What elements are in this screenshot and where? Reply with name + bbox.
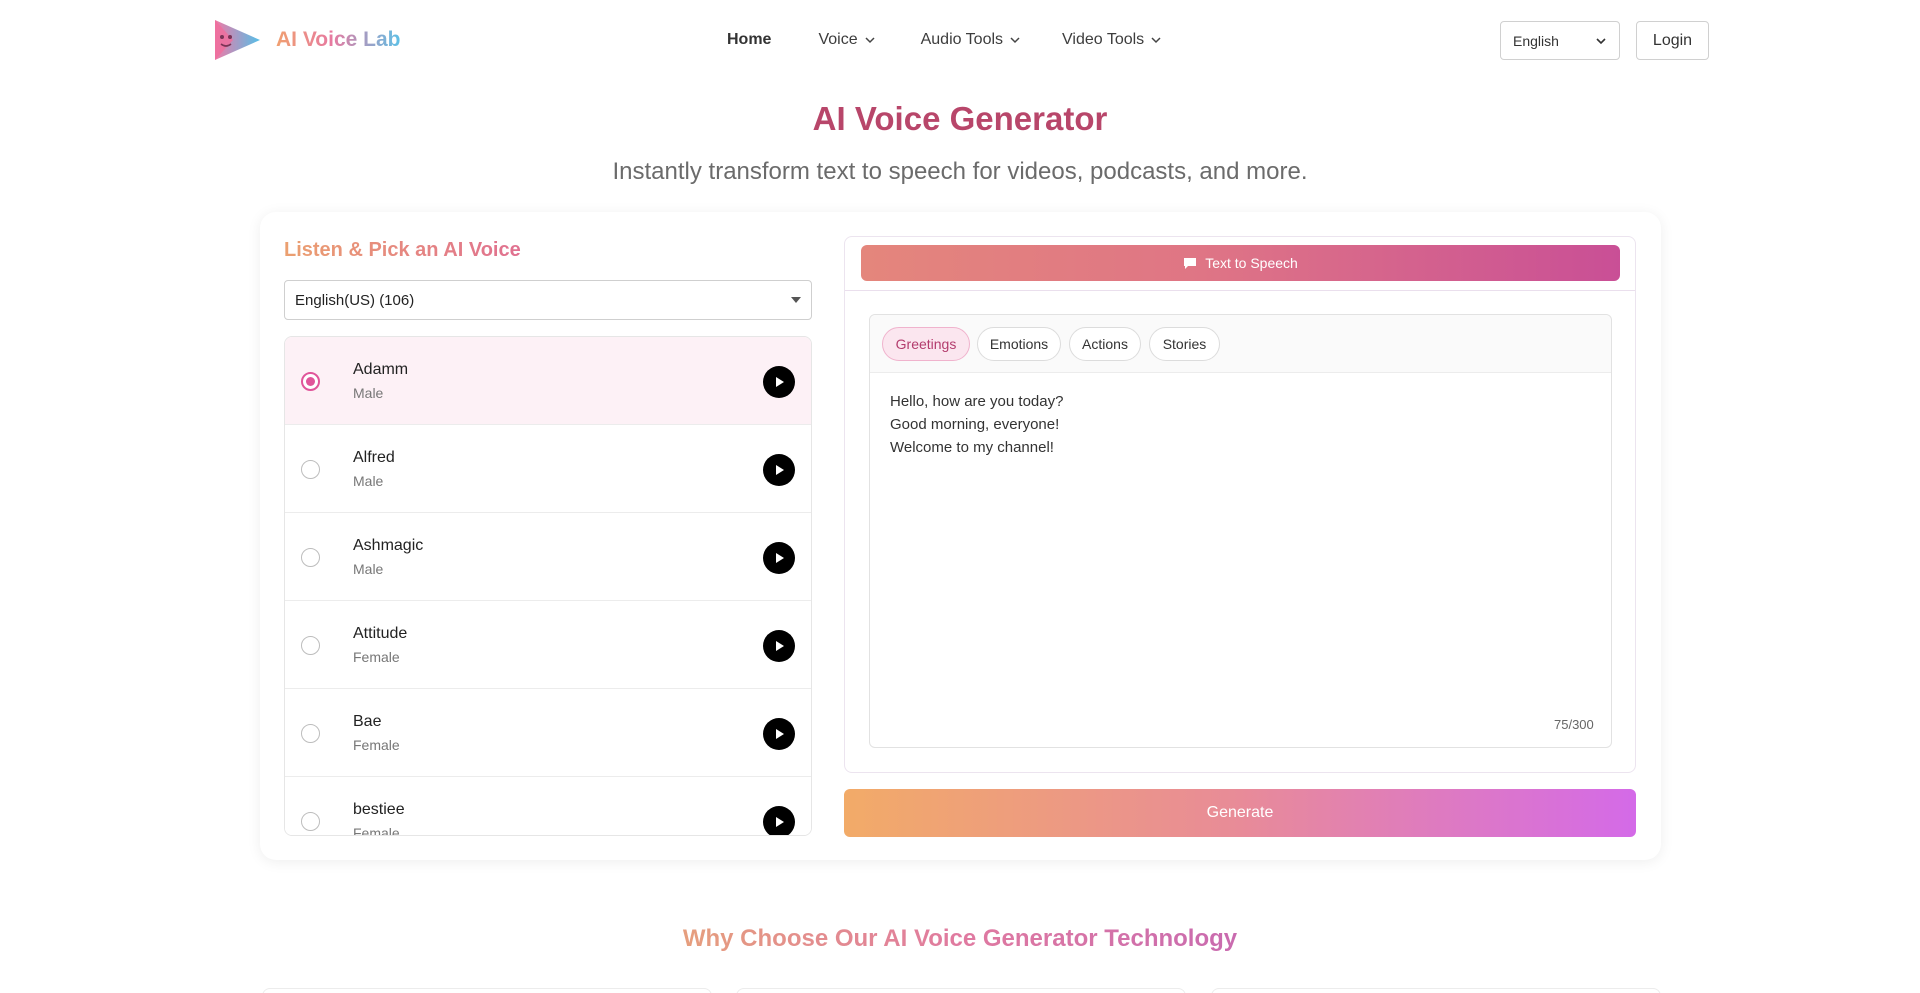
- voice-picker-title: Listen & Pick an AI Voice: [284, 239, 521, 261]
- page-title: AI Voice Generator: [812, 100, 1108, 137]
- voice-gender: Female: [353, 825, 400, 836]
- chevron-down-icon: [1596, 37, 1606, 44]
- voice-row-ashmagic[interactable]: Ashmagic Male: [285, 513, 811, 601]
- caret-down-icon: [791, 297, 801, 303]
- chat-bubble-icon: [1184, 257, 1197, 269]
- voice-radio[interactable]: [301, 724, 320, 743]
- top-header: AI Voice Lab Home Voice Audio Tools Vide…: [0, 0, 1920, 80]
- voice-gender: Male: [353, 561, 384, 577]
- logo-text: AI Voice Lab: [276, 28, 401, 51]
- divider: [845, 290, 1635, 291]
- play-button[interactable]: [763, 718, 795, 750]
- nav-audio-tools-label: Audio Tools: [920, 31, 1004, 48]
- play-button[interactable]: [763, 630, 795, 662]
- chip-greetings[interactable]: Greetings: [882, 327, 970, 361]
- voice-row-attitude[interactable]: Attitude Female: [285, 601, 811, 689]
- voice-gender: Female: [353, 737, 400, 753]
- play-icon: [776, 553, 784, 563]
- nav-home-label: Home: [727, 31, 772, 48]
- play-button[interactable]: [763, 454, 795, 486]
- language-select-value: English: [1513, 32, 1559, 49]
- play-icon: [776, 641, 784, 651]
- voice-list[interactable]: Adamm Male Alfred Male Ashmagic Male Att…: [284, 336, 812, 836]
- nav-home[interactable]: Home: [727, 31, 771, 49]
- play-button[interactable]: [763, 542, 795, 574]
- play-icon: [776, 377, 784, 387]
- chip-emotions[interactable]: Emotions: [977, 327, 1061, 361]
- voice-row-bestiee[interactable]: bestiee Female: [285, 777, 811, 836]
- why-choose-title: Why Choose Our AI Voice Generator Techno…: [0, 925, 1920, 953]
- play-icon: [776, 729, 784, 739]
- nav-voice[interactable]: Voice: [818, 31, 875, 49]
- voice-radio[interactable]: [301, 636, 320, 655]
- voice-radio[interactable]: [301, 548, 320, 567]
- feature-card: [736, 988, 1186, 993]
- voice-name: Attitude: [353, 625, 408, 642]
- feature-card: [1211, 988, 1661, 993]
- language-select[interactable]: English: [1500, 21, 1620, 60]
- voice-language-select[interactable]: English(US) (106): [284, 280, 812, 320]
- text-editor[interactable]: [869, 314, 1612, 748]
- voice-row-alfred[interactable]: Alfred Male: [285, 425, 811, 513]
- chip-stories[interactable]: Stories: [1149, 327, 1220, 361]
- voice-gender: Female: [353, 649, 400, 665]
- voice-name: bestiee: [353, 801, 405, 818]
- char-counter: 75/300: [1554, 717, 1594, 732]
- editor-line: Hello, how are you today?: [890, 393, 1064, 410]
- editor-text-content[interactable]: Hello, how are you today? Good morning, …: [890, 390, 1063, 459]
- nav-audio-tools[interactable]: Audio Tools: [921, 31, 1021, 49]
- voice-name: Bae: [353, 713, 382, 730]
- feature-card: [262, 988, 712, 993]
- voice-name: Ashmagic: [353, 537, 424, 554]
- chevron-down-icon: [865, 37, 875, 44]
- editor-line: Good morning, everyone!: [890, 416, 1060, 433]
- voice-gender: Male: [353, 385, 384, 401]
- voice-radio[interactable]: [301, 372, 320, 391]
- tab-text-to-speech-label: Text to Speech: [1205, 255, 1298, 271]
- chip-actions[interactable]: Actions: [1069, 327, 1141, 361]
- voice-name: Alfred: [353, 449, 395, 466]
- nav-voice-label: Voice: [818, 31, 858, 48]
- play-icon: [776, 465, 784, 475]
- voice-radio[interactable]: [301, 812, 320, 831]
- play-button[interactable]: [763, 806, 795, 835]
- play-button[interactable]: [763, 366, 795, 398]
- login-button[interactable]: Login: [1636, 21, 1709, 60]
- voice-name: Adamm: [353, 361, 409, 378]
- main-nav: Home Voice Audio Tools Video Tools: [727, 28, 1162, 52]
- tab-text-to-speech[interactable]: Text to Speech: [861, 245, 1620, 281]
- chevron-down-icon: [1151, 37, 1161, 44]
- play-icon: [776, 817, 784, 827]
- nav-video-tools-label: Video Tools: [1062, 31, 1145, 48]
- logo-play-icon: [215, 20, 260, 60]
- voice-language-value: English(US) (106): [295, 291, 415, 309]
- voice-radio[interactable]: [301, 460, 320, 479]
- logo[interactable]: AI Voice Lab: [211, 17, 400, 63]
- page-subtitle: Instantly transform text to speech for v…: [612, 158, 1308, 185]
- voice-row-adamm[interactable]: Adamm Male: [285, 337, 811, 425]
- generate-button[interactable]: Generate: [844, 789, 1636, 837]
- voice-row-bae[interactable]: Bae Female: [285, 689, 811, 777]
- nav-video-tools[interactable]: Video Tools: [1062, 31, 1162, 49]
- editor-line: Welcome to my channel!: [890, 439, 1054, 456]
- chevron-down-icon: [1010, 37, 1020, 44]
- voice-gender: Male: [353, 473, 384, 489]
